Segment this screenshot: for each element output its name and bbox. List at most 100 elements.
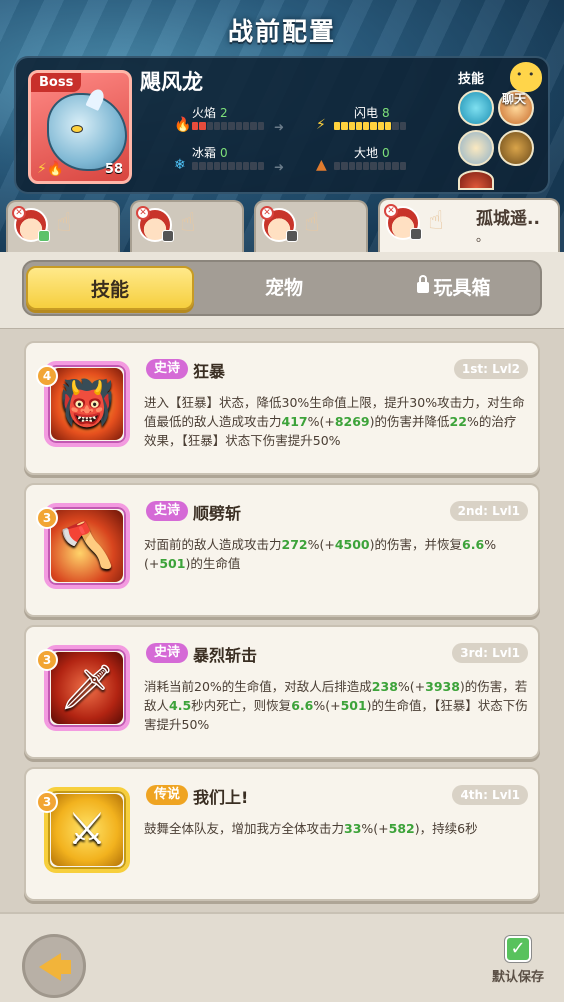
desc-text: 鼓舞全体队友，增加我方全体攻击力: [144, 821, 345, 836]
skill-description: 对面前的敌人造成攻击力272%(+4500)的伤害，并恢复6.6%(+501)的…: [144, 535, 528, 573]
desc-text: )的生命值: [185, 556, 241, 571]
stat-segment: [221, 162, 228, 170]
fire-skill-icon[interactable]: [458, 170, 494, 190]
highlight-value: 6.6: [291, 698, 314, 713]
pointing-hand-icon: ☝: [304, 208, 320, 238]
skill-description: 进入【狂暴】状态，降低30%生命值上限，提升30%攻击力，对生命值最低的敌人造成…: [144, 393, 528, 450]
stat-segment: [363, 122, 370, 130]
hero-tab-3[interactable]: ✕ ☝: [254, 200, 368, 252]
hero-tab-2[interactable]: ✕ ☝: [130, 200, 244, 252]
boss-panel: Boss ⚡🔥 58 飓风龙 🔥 火焰 2 ➜ ⚡ 闪电 8 ❄ 冰霜 0 ➜ ▲: [14, 56, 550, 194]
stat-frost: ❄ 冰霜 0 ➜: [174, 146, 285, 174]
stat-segment: [341, 122, 348, 130]
rank-badge: 4: [36, 365, 58, 387]
hero-tab-4[interactable]: ✕ ☝ 孤城遥.. 。: [378, 198, 560, 252]
stat-segment: [192, 162, 199, 170]
desc-text: %(+: [361, 821, 389, 836]
skill-card[interactable]: 3 🗡 史诗 暴烈斩击 3rd: Lvl1 消耗当前20%的生命值，对敌人后排造…: [24, 625, 540, 759]
stat-segment: [257, 122, 264, 130]
back-arrow-button[interactable]: [22, 934, 86, 998]
stat-segment: [250, 162, 257, 170]
desc-text: )的伤害，并恢复: [369, 537, 463, 552]
stat-bar-lightning: [334, 122, 406, 130]
stat-segment: [213, 162, 221, 170]
hero-avatar: ✕: [136, 206, 174, 242]
remove-icon: ✕: [260, 206, 274, 220]
highlight-value: 501: [340, 698, 367, 713]
stat-bar-frost: [192, 162, 264, 170]
stat-segment: [341, 162, 348, 170]
desc-text: 秒内死亡，则恢复: [191, 698, 292, 713]
pointing-hand-icon: ☝: [56, 208, 72, 238]
boss-portrait[interactable]: Boss ⚡🔥 58: [28, 70, 132, 184]
rarity-badge: 史诗: [146, 501, 189, 521]
skill-name: 暴烈斩击: [193, 646, 258, 665]
feather-skill-icon[interactable]: [458, 130, 494, 166]
skill-name: 狂暴: [193, 362, 226, 381]
stat-segment: [206, 122, 213, 130]
stat-segment: [399, 162, 406, 170]
beast-skill-icon[interactable]: [498, 130, 534, 166]
stat-segment: [392, 122, 399, 130]
stat-segment: [192, 122, 199, 130]
save-label: 默认保存: [491, 970, 544, 985]
stat-fire: 🔥 火焰 2 ➜: [174, 106, 285, 134]
stat-segment: [385, 162, 392, 170]
chat-button[interactable]: 聊天: [502, 62, 542, 106]
arrow-icon: ➜: [274, 160, 285, 174]
page-title: 战前配置: [227, 17, 336, 46]
highlight-value: 4.5: [169, 698, 192, 713]
stat-segment: [348, 162, 355, 170]
checkbox-icon[interactable]: ✓: [505, 936, 531, 962]
stat-segment: [199, 162, 206, 170]
highlight-value: 22: [449, 414, 467, 429]
stat-segment: [235, 162, 243, 170]
desc-text: %(+: [313, 698, 341, 713]
badge-icon: [38, 230, 50, 242]
slot-badge: 1st: Lvl2: [453, 359, 528, 379]
badge-icon: [162, 230, 174, 242]
highlight-value: 33: [344, 821, 362, 836]
stat-segment: [206, 162, 213, 170]
stat-segment: [370, 122, 377, 130]
tab-pets[interactable]: 宠物: [200, 266, 368, 310]
highlight-value: 501: [159, 556, 186, 571]
tab-skills[interactable]: 技能: [26, 266, 194, 310]
skill-card[interactable]: 3 ⚔ 传说 我们上! 4th: Lvl1 鼓舞全体队友，增加我方全体攻击力33…: [24, 767, 540, 901]
chat-face-icon: [510, 62, 542, 92]
skill-list: 4 👹 史诗 狂暴 1st: Lvl2 进入【狂暴】状态，降低30%生命值上限，…: [0, 328, 564, 912]
dragon-image: [47, 86, 127, 171]
stat-segment: [348, 122, 355, 130]
badge-icon: [286, 230, 298, 242]
whirlwind-skill-icon[interactable]: [458, 90, 494, 126]
skill-card[interactable]: 3 🪓 史诗 顺劈斩 2nd: Lvl1 对面前的敌人造成攻击力272%(+45…: [24, 483, 540, 617]
rarity-badge: 史诗: [146, 643, 189, 663]
stat-segment: [235, 122, 243, 130]
stat-segment: [392, 162, 399, 170]
hero-tab-1[interactable]: ✕ ☝: [6, 200, 120, 252]
stat-segment: [385, 122, 392, 130]
rank-badge: 3: [36, 791, 58, 813]
highlight-value: 8269: [334, 414, 370, 429]
default-save-toggle[interactable]: ✓ 默认保存: [486, 936, 550, 985]
stat-segment: [228, 122, 235, 130]
rank-badge: 3: [36, 649, 58, 671]
skill-card[interactable]: 4 👹 史诗 狂暴 1st: Lvl2 进入【狂暴】状态，降低30%生命值上限，…: [24, 341, 540, 475]
stat-segment: [399, 122, 406, 130]
main-area: 技能 宠物 玩具箱 4 👹 史诗 狂暴 1st: Lvl2 进入【狂暴】状态，降…: [0, 252, 564, 912]
stat-segment: [199, 122, 206, 130]
boss-name: 飓风龙: [140, 70, 203, 94]
stat-bar-earth: [334, 162, 406, 170]
boss-level: 58: [104, 162, 123, 177]
stat-segment: [355, 122, 363, 130]
stat-segment: [243, 162, 250, 170]
remove-icon: ✕: [384, 204, 398, 218]
stat-segment: [363, 162, 370, 170]
desc-text: 对面前的敌人造成攻击力: [144, 537, 282, 552]
stat-segment: [370, 162, 377, 170]
stat-segment: [377, 162, 385, 170]
header-area: 战前配置 Boss ⚡🔥 58 飓风龙 🔥 火焰 2 ➜ ⚡ 闪电 8 ❄ 冰霜 0 …: [0, 0, 564, 252]
tab-toybox[interactable]: 玩具箱: [370, 266, 538, 310]
stat-segment: [257, 162, 264, 170]
footer-bar: ✓ 默认保存: [0, 912, 564, 1002]
